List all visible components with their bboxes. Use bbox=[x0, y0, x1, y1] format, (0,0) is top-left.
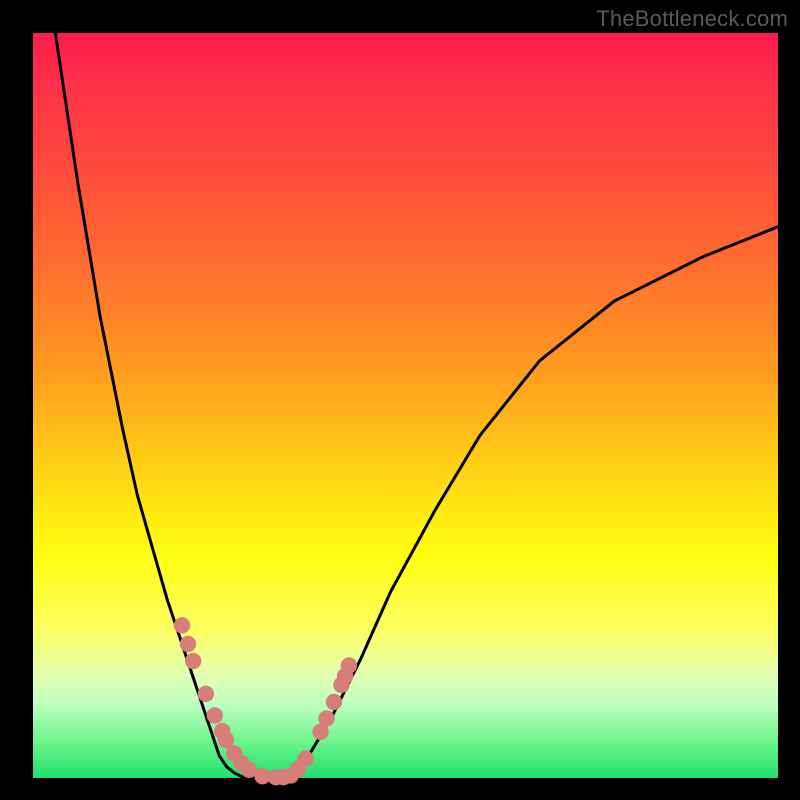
plot-area bbox=[33, 33, 778, 778]
data-dot bbox=[174, 617, 190, 633]
data-dot bbox=[318, 710, 334, 726]
data-dot bbox=[207, 707, 223, 723]
data-dot bbox=[185, 653, 201, 669]
data-dot bbox=[326, 694, 342, 710]
curve-layer bbox=[33, 33, 778, 778]
curve-left-branch bbox=[55, 33, 241, 777]
chart-frame: TheBottleneck.com bbox=[0, 0, 800, 800]
data-dot bbox=[297, 750, 313, 766]
watermark-label: TheBottleneck.com bbox=[596, 6, 788, 32]
dots-left-cluster bbox=[174, 617, 292, 785]
data-dot bbox=[198, 686, 214, 702]
dots-right-cluster bbox=[283, 657, 358, 783]
data-dot bbox=[180, 636, 196, 652]
curve-right-branch bbox=[294, 227, 778, 776]
data-dot bbox=[341, 657, 357, 673]
